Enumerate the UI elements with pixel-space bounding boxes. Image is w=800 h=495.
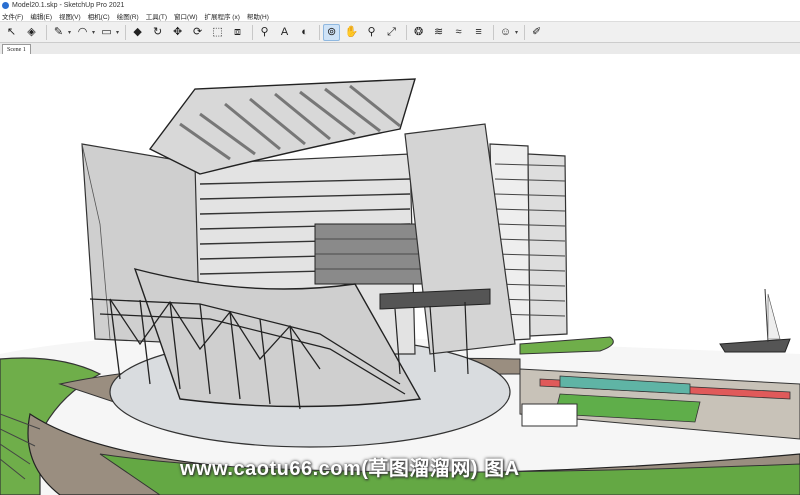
toolbar-separator — [252, 24, 254, 40]
sketchup-logo-icon — [2, 2, 9, 9]
eraser-tool-button[interactable]: ◈ — [23, 24, 40, 41]
menu-camera[interactable]: 相机(C) — [88, 11, 110, 21]
toolbar-separator — [46, 24, 47, 40]
menu-edit[interactable]: 编辑(E) — [30, 11, 52, 21]
menu-help[interactable]: 帮助(H) — [247, 11, 269, 21]
text-tool-button[interactable]: A — [276, 24, 293, 41]
toolbar-separator — [125, 24, 127, 40]
model-render — [0, 78, 800, 495]
offset-tool-button[interactable]: ⧈ — [229, 24, 246, 41]
chevron-down-icon[interactable]: ▾ — [92, 29, 95, 36]
scale-tool-button[interactable]: ⬚ — [209, 24, 226, 41]
section-plane-tool-button[interactable]: ✐ — [528, 24, 545, 41]
paint-bucket-tool-button[interactable]: ◐ — [296, 24, 313, 41]
main-toolbar: ↖ ◈ ✎ ▾ ◠ ▾ ▭ ▾ ◆ ↻ ✥ ⟳ ⬚ ⧈ ⚲ A ◐ ⊚ ✋ ⚲ ⤢ ❂ ≋ ≈ ≡ ☺ ▾ ✐ — [0, 21, 800, 43]
menu-file[interactable]: 文件(F) — [2, 11, 23, 21]
extension-manager-tool-button[interactable]: ≡ — [470, 24, 487, 41]
extension-warehouse-tool-button[interactable]: ≋ — [430, 24, 447, 41]
zoom-tool-button[interactable]: ⚲ — [363, 24, 380, 41]
chevron-down-icon[interactable]: ▾ — [515, 29, 518, 36]
rotate-tool-button[interactable]: ⟳ — [189, 24, 206, 41]
menu-bar: 文件(F) 编辑(E) 视图(V) 相机(C) 绘图(R) 工具(T) 窗口(W… — [0, 11, 800, 21]
toolbar-separator — [524, 24, 526, 40]
profile-tool-button[interactable]: ☺ — [497, 24, 514, 41]
orbit-tool-button[interactable]: ⊚ — [323, 23, 341, 41]
line-tool-button[interactable]: ✎ — [50, 24, 67, 41]
pan-tool-button[interactable]: ✋ — [343, 24, 360, 41]
chevron-down-icon[interactable]: ▾ — [116, 29, 119, 36]
chevron-down-icon[interactable]: ▾ — [68, 29, 71, 36]
rectangle-tool-button[interactable]: ▭ — [98, 24, 115, 41]
push-pull-tool-button[interactable]: ◆ — [129, 24, 146, 41]
zoom-extents-tool-button[interactable]: ⤢ — [383, 24, 400, 41]
select-tool-button[interactable]: ↖ — [3, 24, 20, 41]
toolbar-separator — [406, 24, 408, 40]
move-tool-button[interactable]: ✥ — [169, 24, 186, 41]
menu-draw[interactable]: 绘图(R) — [117, 11, 139, 21]
model-viewport[interactable]: www.caotu66.com(草图溜溜网) 图A — [0, 54, 800, 495]
layout-tool-button[interactable]: ≈ — [450, 24, 467, 41]
watermark-text: www.caotu66.com(草图溜溜网) 图A — [180, 458, 520, 480]
menu-extensions[interactable]: 扩展程序 (x) — [205, 11, 240, 21]
toolbar-separator — [319, 24, 321, 40]
menu-view[interactable]: 视图(V) — [59, 11, 81, 21]
title-bar: Model20.1.skp - SketchUp Pro 2021 — [0, 0, 800, 11]
tape-measure-tool-button[interactable]: ⚲ — [256, 24, 273, 41]
warehouse-tool-button[interactable]: ❂ — [410, 24, 427, 41]
arc-tool-button[interactable]: ◠ — [74, 24, 91, 41]
follow-me-tool-button[interactable]: ↻ — [149, 24, 166, 41]
menu-tools[interactable]: 工具(T) — [146, 11, 167, 21]
toolbar-separator — [493, 24, 495, 40]
menu-window[interactable]: 窗口(W) — [174, 11, 197, 21]
window-title: Model20.1.skp - SketchUp Pro 2021 — [12, 2, 125, 9]
